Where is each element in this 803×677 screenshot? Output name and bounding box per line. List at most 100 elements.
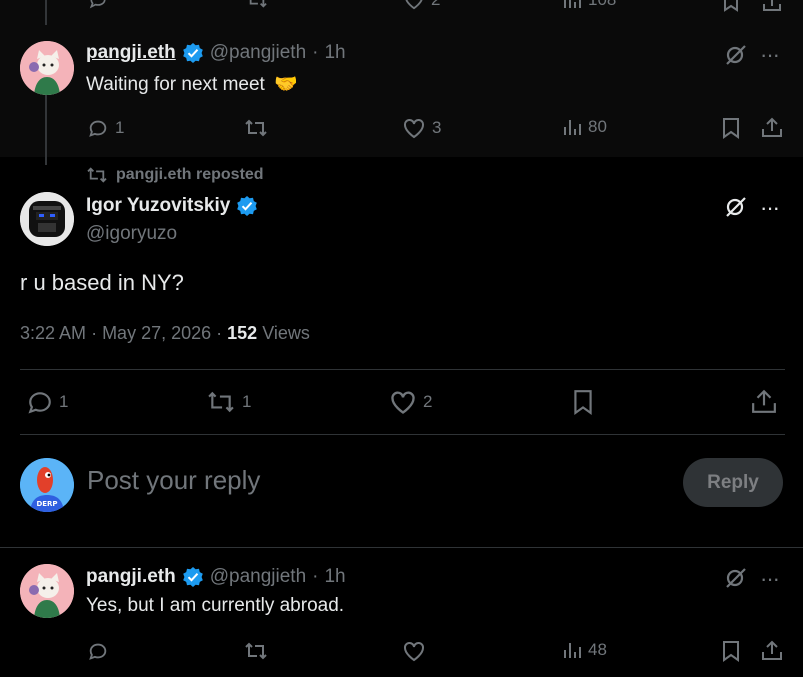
share-button[interactable] xyxy=(761,116,783,143)
views-button[interactable]: 48 xyxy=(562,640,607,660)
avatar-illustration xyxy=(20,192,74,246)
reply-input[interactable]: Post your reply xyxy=(87,465,260,496)
verified-badge-icon xyxy=(182,42,204,64)
tweet-text: Waiting for next meet 🤝 xyxy=(86,72,298,96)
more-options-button[interactable]: ··· xyxy=(760,566,780,592)
share-icon xyxy=(752,389,776,413)
retweet-button[interactable]: 1 xyxy=(206,389,251,415)
display-name[interactable]: pangji.eth xyxy=(86,566,176,588)
share-button[interactable] xyxy=(751,388,777,419)
reply-count: 1 xyxy=(115,118,125,137)
separator-dot: · xyxy=(312,566,319,587)
thread-line xyxy=(45,95,47,165)
bookmark-button[interactable] xyxy=(572,389,594,420)
more-options-button[interactable]: ··· xyxy=(760,195,780,221)
like-count: 3 xyxy=(432,118,442,137)
views-count: 48 xyxy=(588,640,607,659)
bookmark-icon xyxy=(723,118,739,139)
views-button[interactable]: 80 xyxy=(562,117,607,137)
display-name[interactable]: Igor Yuzovitskiy xyxy=(86,195,230,217)
retweet-button[interactable] xyxy=(244,117,268,139)
avatar[interactable] xyxy=(20,564,74,618)
like-count: 2 xyxy=(423,392,433,411)
share-button[interactable] xyxy=(761,639,783,666)
divider xyxy=(20,369,785,370)
reply-button[interactable]: 1 xyxy=(87,117,124,139)
retweet-button[interactable] xyxy=(244,640,268,662)
views-icon xyxy=(562,117,582,137)
grok-button[interactable] xyxy=(724,567,748,594)
reply-icon xyxy=(87,117,109,139)
verified-badge-icon xyxy=(236,195,258,217)
main-tweet-text: r u based in NY? xyxy=(20,270,184,295)
reply-count: 1 xyxy=(59,392,69,411)
repost-banner-text: pangji.eth reposted xyxy=(116,166,264,183)
share-icon xyxy=(763,0,781,11)
views-icon xyxy=(562,640,582,660)
avatar[interactable]: DERP xyxy=(20,458,74,512)
grok-button[interactable] xyxy=(724,196,748,223)
bookmark-icon xyxy=(724,0,738,12)
views-count: 108 xyxy=(588,0,616,10)
separator-dot: · xyxy=(312,42,319,63)
repost-banner[interactable]: pangji.eth reposted xyxy=(86,166,264,184)
more-icon: ··· xyxy=(760,42,780,67)
views-icon xyxy=(562,0,582,10)
handle[interactable]: @pangjieth xyxy=(210,566,306,588)
heart-icon xyxy=(403,0,425,10)
bookmark-icon xyxy=(574,390,592,415)
timestamp[interactable]: 1h xyxy=(324,42,345,64)
retweet-icon xyxy=(244,640,268,662)
reply-button[interactable] xyxy=(87,640,109,662)
retweet-count: 1 xyxy=(242,392,252,411)
share-icon xyxy=(762,117,782,137)
more-icon: ··· xyxy=(760,195,780,220)
like-button[interactable]: 2 xyxy=(389,389,432,415)
views-label: Views xyxy=(262,323,310,343)
separator-dot: · xyxy=(216,323,228,343)
share-icon xyxy=(762,640,782,660)
more-icon: ··· xyxy=(760,566,780,591)
bookmark-button[interactable] xyxy=(721,640,741,667)
views-button-partial[interactable]: 108 xyxy=(562,0,616,10)
like-button-partial[interactable]: 2 xyxy=(403,0,440,10)
bookmark-button-partial[interactable] xyxy=(721,0,741,17)
reply-icon xyxy=(27,389,53,415)
handshake-emoji: 🤝 xyxy=(274,74,298,95)
avatar[interactable] xyxy=(20,192,74,246)
reply-button-partial[interactable] xyxy=(88,0,108,10)
avatar-illustration xyxy=(20,564,74,618)
tweet-text: Yes, but I am currently abroad. xyxy=(86,595,345,616)
timestamp[interactable]: 1h xyxy=(324,566,345,588)
heart-icon xyxy=(402,640,426,662)
avatar[interactable] xyxy=(20,41,74,95)
grok-icon xyxy=(726,568,746,588)
retweet-icon xyxy=(206,389,236,415)
tweet-text-content: Waiting for next meet xyxy=(86,74,265,95)
views-number: 152 xyxy=(227,323,258,343)
divider xyxy=(0,547,803,548)
retweet-icon xyxy=(246,0,268,10)
grok-icon xyxy=(726,197,746,217)
more-options-button[interactable]: ··· xyxy=(760,42,780,68)
avatar-badge-text: DERP xyxy=(36,500,57,508)
grok-button[interactable] xyxy=(724,44,748,71)
verified-badge-icon xyxy=(182,566,204,588)
reply-button[interactable]: 1 xyxy=(27,389,68,415)
previous-tweet-actions xyxy=(0,0,803,25)
tweet-date[interactable]: May 27, 2026 xyxy=(102,323,211,343)
avatar-illustration: DERP xyxy=(20,458,74,512)
like-button[interactable]: 3 xyxy=(402,117,441,139)
bookmark-button[interactable] xyxy=(721,117,741,144)
views-count: 80 xyxy=(588,117,607,136)
divider xyxy=(20,434,785,435)
bookmark-icon xyxy=(723,641,739,662)
like-button[interactable] xyxy=(402,640,426,662)
reply-button[interactable]: Reply xyxy=(683,458,783,507)
retweet-button-partial[interactable] xyxy=(246,0,268,10)
tweet-time[interactable]: 3:22 AM xyxy=(20,323,86,343)
share-button-partial[interactable] xyxy=(762,0,782,17)
handle[interactable]: @pangjieth xyxy=(210,42,306,64)
handle[interactable]: @igoryuzo xyxy=(86,223,177,245)
display-name[interactable]: pangji.eth xyxy=(86,42,176,64)
